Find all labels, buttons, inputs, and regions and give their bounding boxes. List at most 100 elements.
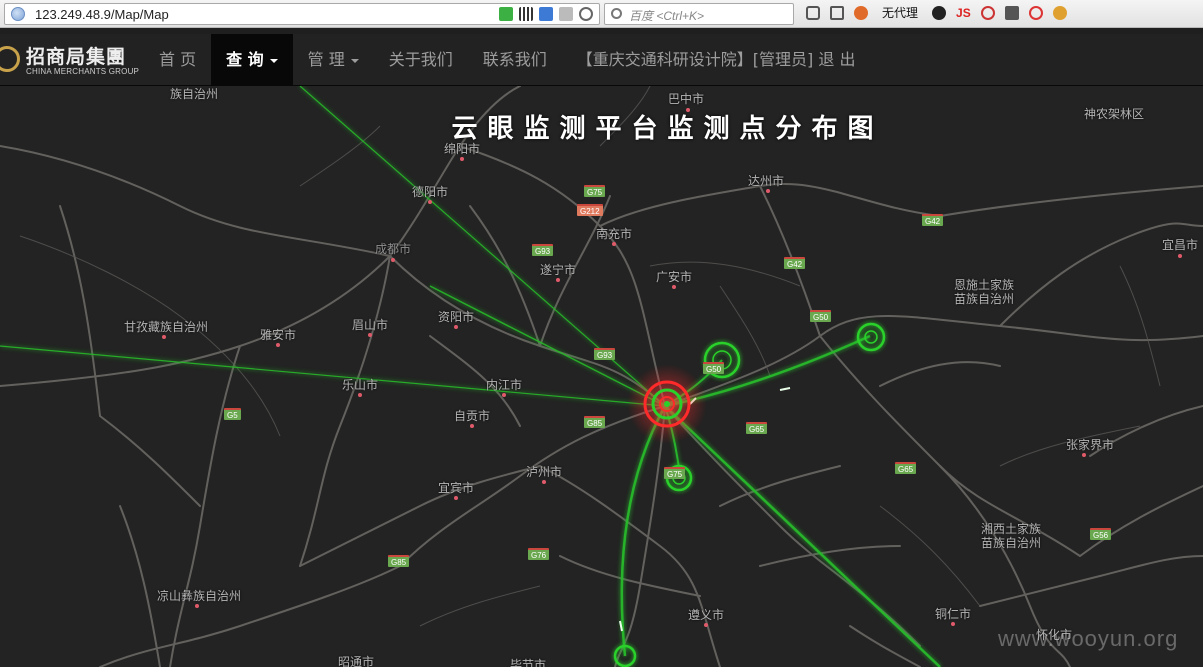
nav-manage-label: 管 理	[307, 50, 345, 69]
star-icon[interactable]	[806, 5, 820, 20]
highway-shield: G93	[594, 348, 616, 360]
city-label: 自贡市	[454, 407, 490, 428]
bookmarks-icon[interactable]	[830, 5, 844, 20]
city-label: 雅安市	[260, 326, 296, 347]
city-dot	[612, 242, 616, 246]
city-dot	[454, 496, 458, 500]
link-icon[interactable]	[1028, 5, 1043, 20]
caret-down-icon	[350, 58, 359, 63]
city-label: 泸州市	[526, 463, 562, 484]
highway-shield: G42	[922, 214, 944, 226]
browser-toolbar: 123.249.48.9/Map/Map 百度 <Ctrl+K> 无代理 JS	[0, 0, 1203, 28]
highway-shield: G75	[584, 185, 606, 197]
city-dot	[460, 157, 464, 161]
city-dot	[951, 622, 955, 626]
watermark: www.wooyun.org	[998, 626, 1179, 651]
highway-shield: G93	[532, 244, 554, 256]
nav-manage[interactable]: 管 理	[293, 34, 374, 86]
nav-about-label: 关于我们	[388, 50, 453, 69]
nav-logout[interactable]: 【重庆交通科研设计院】[管理员] 退 出	[562, 34, 871, 86]
brand-logo-icon	[0, 46, 20, 72]
nav-logout-label: 【重庆交通科研设计院】[管理员] 退 出	[576, 50, 856, 69]
city-label: 神农架林区	[1084, 107, 1145, 121]
brand-name-en: CHINA MERCHANTS GROUP	[26, 67, 140, 76]
city-label: 南充市	[596, 225, 632, 246]
city-label: 巴中市	[668, 90, 704, 112]
search-icon	[611, 8, 622, 19]
download-icon[interactable]	[1004, 5, 1019, 20]
city-label: 遵义市	[688, 606, 724, 627]
highway-shield: G56	[1090, 528, 1112, 540]
nav-query-label: 查 询	[226, 50, 264, 69]
city-dot	[470, 424, 474, 428]
screenshot-root: 123.249.48.9/Map/Map 百度 <Ctrl+K> 无代理 JS	[0, 0, 1203, 667]
city-dot	[766, 189, 770, 193]
highway-shield: G85	[584, 416, 606, 428]
nav-home-label: 首 页	[159, 50, 197, 69]
highway-shield: G76	[528, 548, 550, 560]
city-dot	[1082, 453, 1086, 457]
city-dot	[368, 333, 372, 337]
dropdown-arrow-icon[interactable]	[559, 7, 573, 21]
firebug-icon[interactable]	[854, 5, 868, 20]
nav-query[interactable]: 查 询	[211, 34, 293, 86]
nav-home[interactable]: 首 页	[144, 34, 211, 86]
nav-contact[interactable]: 联系我们	[468, 34, 562, 86]
browser-toolbar-icons: 无代理 JS	[806, 4, 1067, 21]
shield-check-icon[interactable]	[499, 7, 513, 21]
search-box[interactable]: 百度 <Ctrl+K>	[604, 3, 794, 25]
magnifier-icon[interactable]	[980, 5, 995, 20]
search-placeholder[interactable]: 百度 <Ctrl+K>	[629, 7, 704, 24]
caret-down-icon	[269, 58, 278, 63]
proxy-menu[interactable]: 无代理	[882, 4, 918, 21]
highway-shield: G50	[703, 362, 725, 374]
city-dot	[454, 325, 458, 329]
map-canvas[interactable]	[0, 86, 1203, 667]
url-text[interactable]: 123.249.48.9/Map/Map	[35, 7, 169, 22]
nav-contact-label: 联系我们	[482, 50, 547, 69]
city-label: 毕节市	[510, 658, 547, 667]
city-label: 昭通市	[338, 655, 375, 667]
qr-code-icon[interactable]	[519, 7, 533, 21]
highway-shield: G42	[784, 257, 806, 269]
address-bar[interactable]: 123.249.48.9/Map/Map	[4, 3, 600, 25]
map-title: 云眼监测平台监测点分布图	[451, 114, 884, 144]
city-dot	[162, 335, 166, 339]
city-label: 宜宾市	[438, 479, 474, 500]
highway-shield: G50	[810, 310, 832, 322]
highway-shield: G65	[746, 422, 768, 434]
highway-shield: G85	[388, 555, 410, 567]
skull-icon[interactable]	[932, 5, 947, 20]
nav-about[interactable]: 关于我们	[374, 34, 468, 86]
city-label: 乐山市	[342, 376, 378, 397]
city-label: 绵阳市	[444, 140, 480, 161]
city-label: 内江市	[486, 376, 522, 397]
city-label: 资阳市	[438, 308, 474, 329]
city-label: 成都市	[375, 240, 411, 262]
hub-node[interactable]	[627, 364, 707, 444]
plus-icon[interactable]	[539, 7, 553, 21]
city-label: 族自治州	[170, 87, 219, 101]
city-label: 眉山市	[352, 316, 388, 337]
brand[interactable]: 招商局集團 CHINA MERCHANTS GROUP	[0, 40, 140, 80]
highway-shield: G65	[895, 462, 917, 474]
city-label: 凉山彝族自治州	[157, 587, 241, 608]
monitoring-links	[0, 86, 941, 667]
monkey-icon[interactable]	[1052, 5, 1067, 20]
city-dot	[195, 604, 199, 608]
city-label: 宜昌市	[1162, 236, 1198, 258]
monitoring-map[interactable]: 云眼监测平台监测点分布图 族自治州 巴中市 神农架林区 绵阳市 德阳市 达州市 …	[0, 86, 1203, 667]
refresh-icon[interactable]	[579, 7, 593, 21]
globe-icon	[11, 7, 25, 21]
city-dot	[391, 258, 395, 262]
city-dot	[502, 393, 506, 397]
city-dot	[1178, 254, 1182, 258]
city-label: 铜仁市	[935, 605, 971, 626]
site-navbar: 招商局集團 CHINA MERCHANTS GROUP 首 页 查 询 管 理 …	[0, 34, 1203, 86]
city-label: 张家界市	[1066, 436, 1114, 457]
javascript-toggle[interactable]: JS	[956, 6, 971, 20]
city-label: 达州市	[748, 172, 784, 193]
city-label: 甘孜藏族自治州	[124, 318, 208, 339]
address-bar-icons	[499, 7, 593, 21]
city-dot	[358, 393, 362, 397]
